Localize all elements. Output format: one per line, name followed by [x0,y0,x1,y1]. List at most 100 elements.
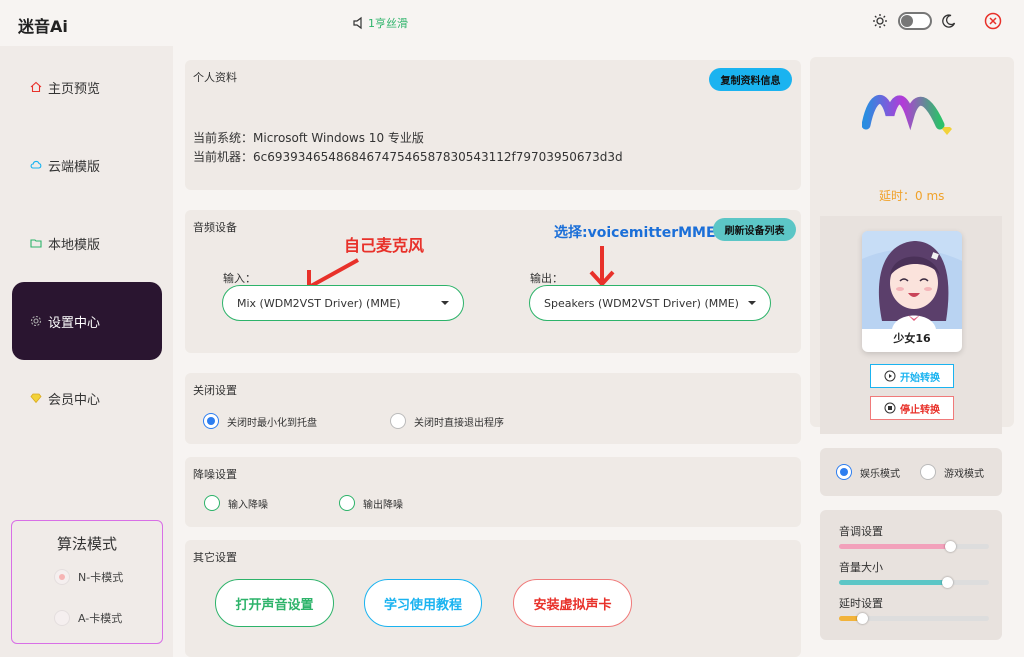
volume-slider[interactable] [839,577,989,588]
audio-title: 音频设备 [193,221,237,234]
sliders-panel: 音调设置 音量大小 延时设置 [820,510,1002,640]
close-icon[interactable] [984,12,1002,30]
radio-button[interactable] [54,610,70,626]
volume-slider-fill [839,580,947,585]
algo-mode-title: 算法模式 [56,535,117,553]
radio-button[interactable] [204,495,220,511]
sidebar-item-label: 设置中心 [48,315,101,331]
other-settings-panel: 其它设置 打开声音设置 学习使用教程 安装虚拟声卡 [185,540,801,657]
notice[interactable]: 1亨丝滑 [352,15,408,31]
delay-slider[interactable] [839,613,989,624]
theme-toggle[interactable] [898,12,932,30]
stop-icon [884,402,896,414]
input-device-value: Mix (WDM2VST Driver) (MME) [237,296,401,310]
mode-option-entertainment[interactable]: 娱乐模式 [836,464,900,480]
chevron-down-icon [441,301,449,305]
close-option-label: 关闭时最小化到托盘 [227,417,317,429]
sidebar-item-label: 会员中心 [48,392,101,408]
radio-button[interactable] [836,464,852,480]
input-label: 输入： [223,272,256,285]
pitch-label: 音调设置 [839,525,883,538]
noise-option-input[interactable]: 输入降噪 [204,495,268,511]
mode-option-game[interactable]: 游戏模式 [920,464,984,480]
speaker-icon [353,16,362,30]
sidebar-item-cloud-templates[interactable]: 云端模版 [12,126,162,204]
machine-info: 当前机器：6c69393465486846747546587830543112f… [193,150,623,164]
audio-device-panel: 音频设备 自己麦克风 选择:voicemitterMME 刷新设备列表 输入： … [185,210,801,353]
sidebar-item-label: 主页预览 [48,81,101,97]
output-device-value: Speakers (WDM2VST Driver) (MME) [544,296,739,310]
gear-icon [30,315,42,327]
system-info: 当前系统：Microsoft Windows 10 专业版 [193,131,424,145]
pitch-slider-thumb[interactable] [945,541,956,552]
app-logo-icon [862,94,952,135]
input-device-select[interactable]: Mix (WDM2VST Driver) (MME) [222,285,464,321]
radio-button[interactable] [390,413,406,429]
noise-settings-panel: 降噪设置 输入降噪 输出降噪 [185,457,801,527]
play-icon [884,370,896,382]
algo-option-label: N-卡模式 [78,571,124,584]
mode-option-label: 娱乐模式 [860,468,900,480]
radio-button[interactable] [920,464,936,480]
volume-slider-thumb[interactable] [942,577,953,588]
pitch-slider[interactable] [839,541,989,552]
volume-label: 音量大小 [839,561,883,574]
refresh-devices-button[interactable]: 刷新设备列表 [713,218,796,241]
home-icon [30,81,42,93]
close-settings-title: 关闭设置 [193,384,237,397]
delay-label: 延时设置 [839,597,883,610]
profile-panel: 个人资料 复制资料信息 当前系统：Microsoft Windows 10 专业… [185,60,801,190]
radio-button[interactable] [203,413,219,429]
mode-option-label: 游戏模式 [944,468,984,480]
close-settings-panel: 关闭设置 关闭时最小化到托盘 关闭时直接退出程序 [185,373,801,444]
notice-text: 1亨丝滑 [368,17,408,30]
stop-convert-button[interactable]: 停止转换 [870,396,954,420]
tutorial-button[interactable]: 学习使用教程 [364,579,482,627]
top-bar: 迷音Ai 1亨丝滑 [0,0,1024,46]
algo-mode-box: 算法模式 N-卡模式 A-卡模式 [11,520,163,644]
profile-title: 个人资料 [193,71,237,84]
output-device-select[interactable]: Speakers (WDM2VST Driver) (MME) [529,285,771,321]
radio-button[interactable] [339,495,355,511]
delay-slider-thumb[interactable] [856,613,868,624]
open-sound-settings-button[interactable]: 打开声音设置 [215,579,334,627]
radio-button[interactable] [54,569,70,585]
sidebar-item-home[interactable]: 主页预览 [12,48,162,126]
other-settings-title: 其它设置 [193,551,237,564]
algo-option-n-card[interactable]: N-卡模式 [54,569,123,585]
sidebar-item-local-templates[interactable]: 本地模版 [12,204,162,282]
close-option-exit[interactable]: 关闭时直接退出程序 [390,413,504,429]
mode-panel: 娱乐模式 游戏模式 [820,448,1002,496]
noise-option-label: 输入降噪 [228,499,268,511]
chevron-down-icon [748,301,756,305]
noise-option-output[interactable]: 输出降噪 [339,495,403,511]
noise-option-label: 输出降噪 [363,499,403,511]
diamond-icon [30,393,42,404]
sidebar-item-label: 云端模版 [48,159,101,175]
pitch-slider-fill [839,544,950,549]
output-label: 输出： [530,272,563,285]
latency-readout: 延时：0 ms [879,189,945,203]
sidebar-item-label: 本地模版 [48,237,101,253]
sidebar-item-membership[interactable]: 会员中心 [12,359,162,437]
arrow-annotation-output [589,246,615,287]
app-title: 迷音Ai [18,17,68,36]
cloud-icon [30,160,42,169]
copy-profile-button[interactable]: 复制资料信息 [709,68,792,91]
avatar-name: 少女16 [893,332,931,345]
noise-settings-title: 降噪设置 [193,468,237,481]
anime-girl-avatar [862,231,962,329]
annotation-mic: 自己麦克风 [344,236,425,255]
close-option-label: 关闭时直接退出程序 [414,417,504,429]
sidebar-item-settings[interactable]: 设置中心 [12,282,162,360]
avatar-card[interactable]: 少女16 [862,231,962,352]
folder-icon [30,239,42,248]
sun-icon [873,14,887,28]
install-virtual-card-button[interactable]: 安装虚拟声卡 [513,579,632,627]
algo-option-a-card[interactable]: A-卡模式 [54,610,122,626]
moon-icon [942,14,956,28]
start-convert-button[interactable]: 开始转换 [870,364,954,388]
close-option-minimize[interactable]: 关闭时最小化到托盘 [203,413,317,429]
algo-option-label: A-卡模式 [78,612,123,625]
annotation-select: 选择:voicemitterMME [554,225,716,241]
